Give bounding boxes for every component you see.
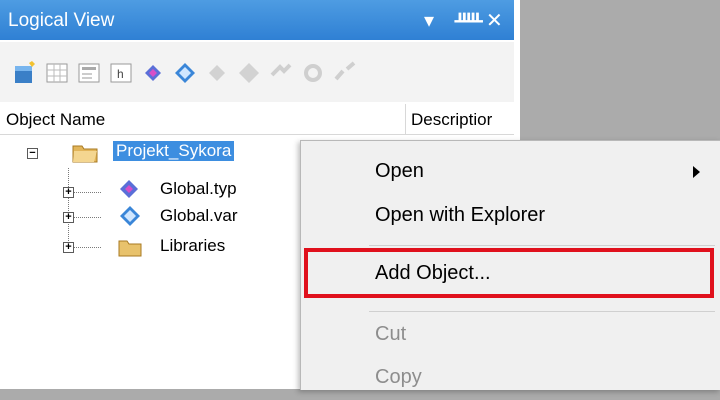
- type-file-icon[interactable]: [140, 60, 166, 86]
- panel-titlebar: Logical View ▾ ᚊ ✕: [0, 0, 514, 40]
- menu-separator: [369, 245, 715, 246]
- header-file-icon[interactable]: h: [108, 60, 134, 86]
- form-icon[interactable]: [76, 60, 102, 86]
- menu-item-label: Open with Explorer: [375, 204, 546, 226]
- variable-file-icon[interactable]: [172, 60, 198, 86]
- menu-separator: [369, 311, 715, 312]
- tree-connector: [73, 217, 101, 218]
- folder-icon: [118, 236, 142, 263]
- variable-file-icon: [118, 204, 142, 233]
- column-header: Object Name Descriptior: [0, 104, 514, 135]
- object-name-column-header[interactable]: Object Name: [6, 110, 105, 130]
- panel-title: Logical View: [8, 10, 115, 31]
- menu-item-add-object[interactable]: Add Object...: [301, 252, 720, 296]
- menu-item-label: Copy: [375, 366, 422, 388]
- context-menu: Open Open with Explorer Add Object... Cu…: [300, 140, 720, 390]
- menu-item-open-with-explorer[interactable]: Open with Explorer: [301, 194, 720, 238]
- tree-item-global-var[interactable]: Global.var: [160, 206, 237, 226]
- disabled-type-icon: [204, 60, 230, 86]
- tree-connector: [73, 192, 101, 193]
- description-column-header[interactable]: Descriptior: [405, 104, 514, 134]
- disabled-link-icon: [268, 60, 294, 86]
- dropdown-icon[interactable]: ▾: [424, 8, 434, 33]
- type-file-icon: [116, 177, 142, 206]
- tree-item-libraries[interactable]: Libraries: [160, 236, 225, 256]
- disabled-unlink-icon: [332, 60, 358, 86]
- expand-icon[interactable]: +: [63, 212, 74, 223]
- close-icon[interactable]: ✕: [486, 8, 503, 33]
- submenu-arrow-icon: [693, 166, 700, 178]
- menu-item-label: Open: [375, 160, 424, 182]
- tree-item-global-typ[interactable]: Global.typ: [160, 179, 237, 199]
- tree-connector: [73, 247, 101, 248]
- table-icon[interactable]: [44, 60, 70, 86]
- project-folder-icon: [72, 141, 98, 168]
- collapse-icon[interactable]: −: [27, 148, 38, 159]
- menu-item-label: Cut: [375, 323, 407, 345]
- pin-icon[interactable]: ᚊ: [455, 8, 482, 33]
- expand-icon[interactable]: +: [63, 242, 74, 253]
- menu-item-copy: Copy: [301, 356, 720, 400]
- disabled-refresh-icon: [300, 60, 326, 86]
- toolbar: h: [0, 42, 514, 102]
- menu-item-label: Add Object...: [375, 262, 491, 284]
- disabled-variable-icon: [236, 60, 262, 86]
- tree-item-projekt-sykora[interactable]: Projekt_Sykora: [113, 141, 235, 161]
- menu-item-open[interactable]: Open: [301, 150, 720, 194]
- new-object-icon[interactable]: [12, 60, 38, 86]
- tree-connector: [68, 168, 69, 247]
- svg-text:h: h: [117, 67, 124, 81]
- expand-icon[interactable]: +: [63, 187, 74, 198]
- menu-item-cut: Cut: [301, 313, 720, 357]
